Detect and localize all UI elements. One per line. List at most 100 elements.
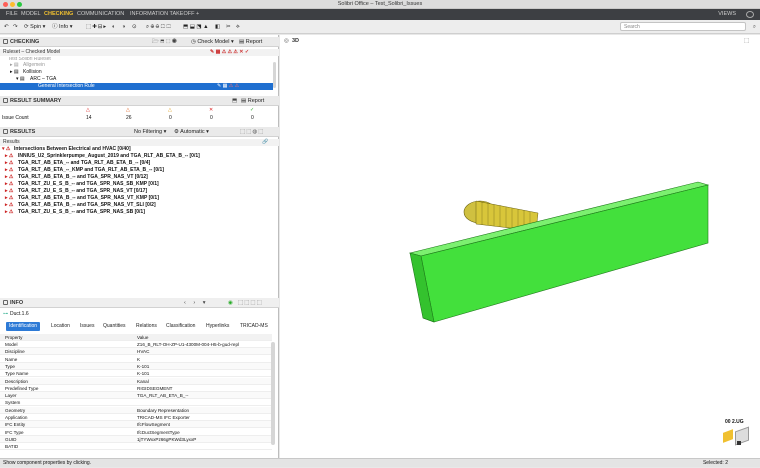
tab-identification[interactable]: Identification [6,322,41,331]
result-item[interactable]: ▸ ⚠ INNIUS_U2_Sprinklerpumpe_August_2019 … [0,153,279,160]
checking-scrollbar[interactable] [273,62,276,88]
folder-icon: ▸ ▤ [10,62,19,68]
folder-icon: ▾ ▤ [16,76,25,82]
property-row[interactable]: Application TRICAD-MS IFC Exporter [0,414,272,421]
measure-icon[interactable]: ⟡ [236,23,240,31]
menu-information-takeoff[interactable]: INFORMATION TAKEOFF [130,9,194,20]
accepted-icon: ✓ [250,107,255,113]
property-row[interactable]: Predefined Type RIGIDSEGMENT [0,385,272,392]
property-row[interactable]: Type K-101 [0,362,272,370]
hide-icon[interactable]: ◐ [112,23,115,31]
tab-tricad-ms[interactable]: TRICAD-MS [237,322,271,331]
spin-button[interactable]: ⟳ Spin ▾ [24,23,45,31]
checking-title: CHECKING [10,39,40,45]
property-key: Discipline [5,349,25,355]
window-controls[interactable] [3,2,22,7]
menu-file[interactable]: FILE [6,9,18,20]
info-title: INFO [10,300,24,306]
result-severity-icon: ▸ ⚠ [5,195,14,201]
3d-scene[interactable] [280,35,760,458]
result-item[interactable]: ▸ ⚠ TGA_RLT_ZU_E_S_B_-- and TGA_SPR_NAS_S… [0,209,279,216]
tab-quantities[interactable]: Quantities [100,322,129,331]
close-window-icon[interactable] [3,2,8,7]
property-row[interactable]: GUID 1jTYWxxPz66gPKWd3LyxxP [0,435,272,443]
tree-item-kollision[interactable]: ▸ ▤ Kollision [0,69,279,76]
isolate-icon[interactable]: ⊙ [132,23,137,31]
count-critical: 14 [86,115,92,121]
tab-hyperlinks[interactable]: Hyperlinks [203,322,232,331]
property-row[interactable]: Geometry Boundary Representation [0,406,272,414]
property-row[interactable]: Model Z16_B_RLT-OH-ZP-U1-4300M-004-H5-b-g… [0,341,272,348]
info-button[interactable]: ⓘ Info ▾ [52,23,73,31]
zoom-window-icon[interactable] [17,2,22,7]
views-menu[interactable]: VIEWS [718,9,736,20]
search-icon[interactable]: ⌕ [753,23,756,31]
automatic-dropdown[interactable]: ⚙ Automatic ▾ [174,127,209,137]
view-tools[interactable]: ⬒⬓⬔▲ [183,23,210,31]
info-nav[interactable]: ‹ › ▾ [184,298,208,308]
results-tools[interactable]: ⬚⬚◍⬚ [240,127,264,137]
check-model-button[interactable]: ◷ Check Model ▾ [191,37,234,47]
property-row[interactable]: IFC Entity IfcFlowSegment [0,421,272,429]
menu-checking[interactable]: CHECKING [44,9,73,20]
property-row[interactable]: Layer TGA_RLT_AB_ETA_B_-- [0,392,272,400]
results-column-label: Results [3,139,20,145]
result-item[interactable]: ▸ ⚠ TGA_RLT_AB_ETA_-- and TGA_RLT_AB_ETA_… [0,160,279,167]
color-icon[interactable]: ◉ [228,298,233,308]
property-value: Z16_B_RLT-OH-ZP-U1-4300M-004-H5-b-gud-re… [137,342,240,347]
3d-viewport[interactable]: ◎ 3D ⬚ 00 2.UG [280,35,760,458]
result-item[interactable]: ▸ ⚠ TGA_RLT_AB_ETA_--_KMP and TGA_RLT_AB_… [0,167,279,174]
tab-issues[interactable]: Issues [77,322,97,331]
selection-tools[interactable]: ⬚✚⊟▸ [86,23,107,31]
summary-export-icon[interactable]: ⬒ [232,96,237,106]
property-row[interactable]: Discipline HVAC [0,348,272,356]
group-severity-icon: ▾ ⚠ [2,146,11,152]
camera-icon[interactable]: ◧ [215,23,220,31]
search-input[interactable]: Search [620,22,746,31]
tree-item-general-intersection-rule[interactable]: General Intersection Rule ✎ ▦ ⚠ ⚠ [0,83,273,90]
property-value: K-101 [137,371,150,377]
tree-item-arc-tga[interactable]: ▾ ▤ ARC – TGA [0,76,279,83]
checking-report-button[interactable]: ▤ Report [239,37,262,47]
tab-relations[interactable]: Relations [133,322,160,331]
cut-icon[interactable]: ✂ [226,23,231,31]
compass-face-icon [723,429,733,443]
property-row[interactable]: Type Name K-101 [0,370,272,378]
property-row[interactable]: Description Kanal [0,377,272,385]
summary-report-button[interactable]: ▤ Report [241,96,264,106]
result-item[interactable]: ▸ ⚠ TGA_RLT_AB_ETA_B_-- and TGA_SPR_NAS_V… [0,174,279,181]
navigation-cube[interactable]: 00 2.UG [721,419,755,451]
value-column-label: Value [137,335,149,340]
undo-icon[interactable]: ↶ [4,23,9,31]
tree-item-allgemein[interactable]: ▸ ▤ Allgemein [0,62,279,69]
result-item[interactable]: ▸ ⚠ TGA_RLT_AB_ETA_B_-- and TGA_SPR_NAS_V… [0,202,279,209]
property-key: Layer [5,393,17,399]
redo-icon[interactable]: ↷ [13,23,18,31]
property-value: K [137,356,141,362]
result-item[interactable]: ▸ ⚠ TGA_RLT_AB_ETA_B_-- and TGA_SPR_NAS_V… [0,195,279,202]
property-row[interactable]: BATID [0,443,272,451]
filter-dropdown[interactable]: No Filtering ▾ [134,127,166,137]
info-scrollbar[interactable] [271,342,275,445]
result-item[interactable]: ▸ ⚠ TGA_RLT_ZU_E_S_B_-- and TGA_SPR_NAS_S… [0,181,279,188]
results-group[interactable]: ▾ ⚠ Intersections Between Electrical and… [0,146,279,153]
menu-communication[interactable]: COMMUNICATION [77,9,124,20]
tab-classification[interactable]: Classification [163,322,198,331]
show-icon[interactable]: ◑ [122,23,125,31]
duct-model[interactable] [408,181,710,323]
result-item[interactable]: ▸ ⚠ TGA_RLT_ZU_E_S_B_-- and TGA_SPR_NAS_V… [0,188,279,195]
menu-add-tab[interactable]: + [196,9,199,20]
property-row[interactable]: Name K [0,356,272,363]
minimize-window-icon[interactable] [10,2,15,7]
property-value: Boundary Representation [137,407,190,413]
zoom-tools[interactable]: ⌕⊕⊖⬚⬚ [146,23,172,31]
ruleset-header: Ruleset – Checked Model ✎ ▦ ⚠ ⚠ ⚠ ✕ ✓ [0,49,279,56]
menu-model[interactable]: MODEL [21,9,41,20]
folder-icon: ▸ ▤ [10,69,19,75]
tab-location[interactable]: Location [48,322,73,331]
property-row[interactable]: IFC Type IfcDuctSegmentType [0,429,272,436]
property-row[interactable]: System [0,399,272,407]
info-tools[interactable]: ⬚⬚⬚⬚ [238,298,263,308]
checking-tools[interactable]: 🗁 ⬒ ⬚ ◉ [152,37,177,47]
user-icon[interactable] [746,11,754,18]
